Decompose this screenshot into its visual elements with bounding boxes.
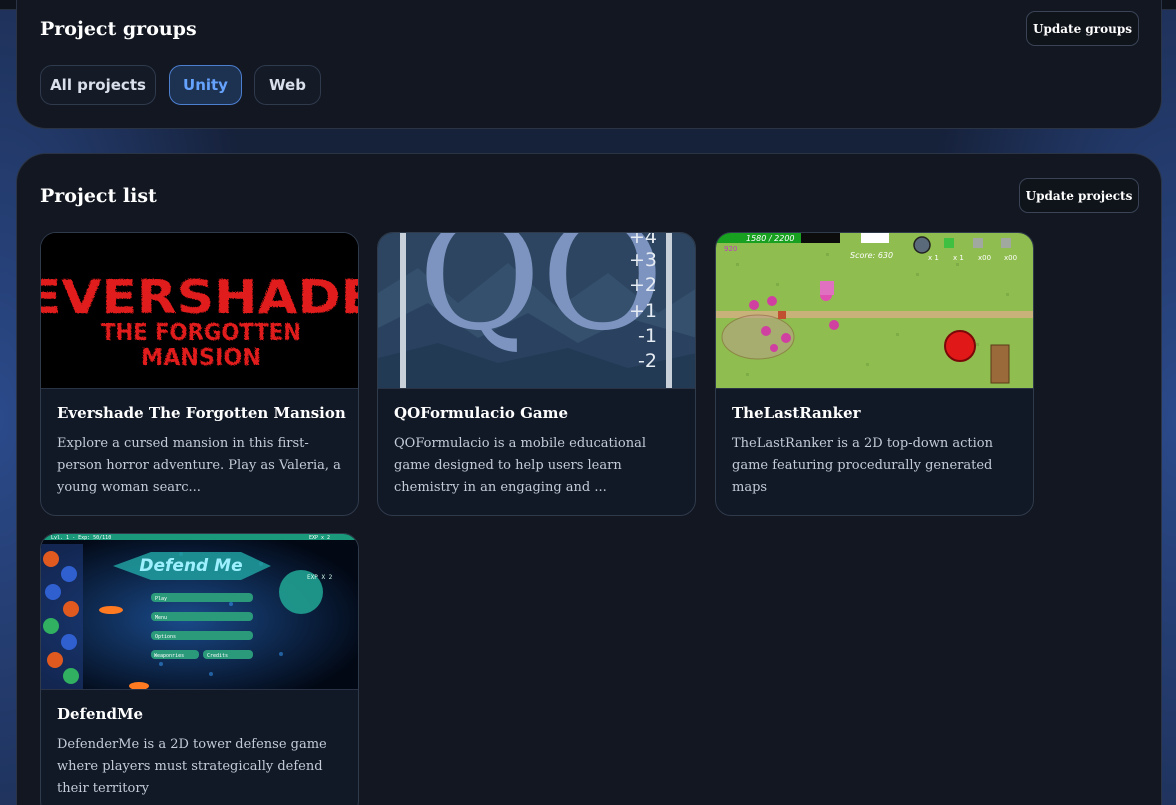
hp-readout: 1580 / 2200: [746, 234, 795, 243]
menu-label: Menu: [155, 615, 167, 621]
project-thumbnail-defendme: Lvl. 1 - Exp: 50/110 EXP x 2 Defend Me E…: [41, 534, 358, 690]
exp-readout: Lvl. 1 - Exp: 50/110: [51, 535, 111, 541]
evershade-cover-art: EVERSHADE THE FORGOTTEN MANSION: [41, 233, 359, 388]
menu-label: Credits: [207, 653, 228, 659]
scale-label: +1: [629, 300, 657, 322]
plus-icon: [973, 238, 983, 248]
scale-label: +4: [629, 233, 657, 248]
project-title: TheLastRanker: [732, 404, 861, 422]
menu-label: Play: [155, 596, 167, 602]
score-readout: Score: 630: [850, 251, 893, 260]
defendme-logo: Defend Me: [139, 556, 242, 576]
menu-label: Weaponries: [154, 653, 184, 659]
project-card-defendme[interactable]: Lvl. 1 - Exp: 50/110 EXP x 2 Defend Me E…: [40, 533, 359, 805]
project-groups-title: Project groups: [40, 18, 197, 40]
group-chip-web[interactable]: Web: [254, 65, 321, 105]
project-groups-panel: Project groups Update groups All project…: [16, 0, 1162, 129]
update-groups-button[interactable]: Update groups: [1026, 11, 1139, 46]
project-card-thelastranker[interactable]: 1580 / 2200 920 Score: 630 x 1 x 1 x00 x…: [715, 232, 1034, 516]
counter-readout: x00: [978, 254, 991, 262]
update-projects-button[interactable]: Update projects: [1019, 178, 1139, 213]
project-card-evershade[interactable]: EVERSHADE THE FORGOTTEN MANSION Evershad…: [40, 232, 359, 516]
scale-label: -2: [638, 350, 657, 372]
project-thumbnail-qoformulacio: QO +4 +3 +2 +1 -1 -2: [378, 233, 695, 389]
defender-sprites: [41, 544, 83, 689]
scale-label: +3: [629, 249, 657, 271]
project-description: DefenderMe is a 2D tower defense game wh…: [57, 737, 327, 796]
counter-readout: x 1: [953, 254, 964, 262]
project-title: QOFormulacio Game: [394, 404, 569, 422]
qo-logo: QO: [418, 233, 664, 364]
project-description: QOFormulacio is a mobile educational gam…: [394, 436, 647, 495]
project-thumbnail-thelastranker: 1580 / 2200 920 Score: 630 x 1 x 1 x00 x…: [716, 233, 1033, 389]
level-readout: 920: [724, 245, 737, 253]
qoformulacio-cover-art: QO +4 +3 +2 +1 -1 -2: [378, 233, 695, 388]
potion-icon: [944, 238, 954, 248]
evershade-logo-line3: MANSION: [141, 345, 261, 371]
scale-label: -1: [638, 325, 657, 347]
group-chip-all-projects[interactable]: All projects: [40, 65, 156, 105]
project-description: Explore a cursed mansion in this first-p…: [57, 436, 341, 495]
evershade-logo-line2: THE FORGOTTEN: [101, 320, 301, 346]
counter-readout: x00: [1004, 254, 1017, 262]
menu-label: Options: [155, 634, 176, 640]
exp-badge: EXP X 2: [307, 574, 333, 581]
project-title: DefendMe: [57, 705, 144, 723]
project-list-title: Project list: [40, 185, 157, 207]
defendme-cover-art: Lvl. 1 - Exp: 50/110 EXP x 2 Defend Me E…: [41, 534, 358, 689]
project-card-qoformulacio[interactable]: QO +4 +3 +2 +1 -1 -2 QOFormulacio Game Q…: [377, 232, 696, 516]
evershade-logo-line1: EVERSHADE: [41, 270, 359, 324]
plus-icon: [1001, 238, 1011, 248]
project-description: TheLastRanker is a 2D top-down action ga…: [732, 436, 993, 495]
scale-label: +2: [629, 274, 657, 296]
group-chip-unity[interactable]: Unity: [169, 65, 242, 105]
thelastranker-cover-art: 1580 / 2200 920 Score: 630 x 1 x 1 x00 x…: [716, 233, 1033, 388]
project-thumbnail-evershade: EVERSHADE THE FORGOTTEN MANSION: [41, 233, 359, 389]
project-title: Evershade The Forgotten Mansion: [57, 404, 346, 422]
project-list-panel: Project list Update projects EVERSHADE T…: [16, 153, 1162, 805]
exp-multiplier: EXP x 2: [309, 535, 330, 541]
gear-icon: [913, 236, 931, 254]
counter-readout: x 1: [928, 254, 939, 262]
